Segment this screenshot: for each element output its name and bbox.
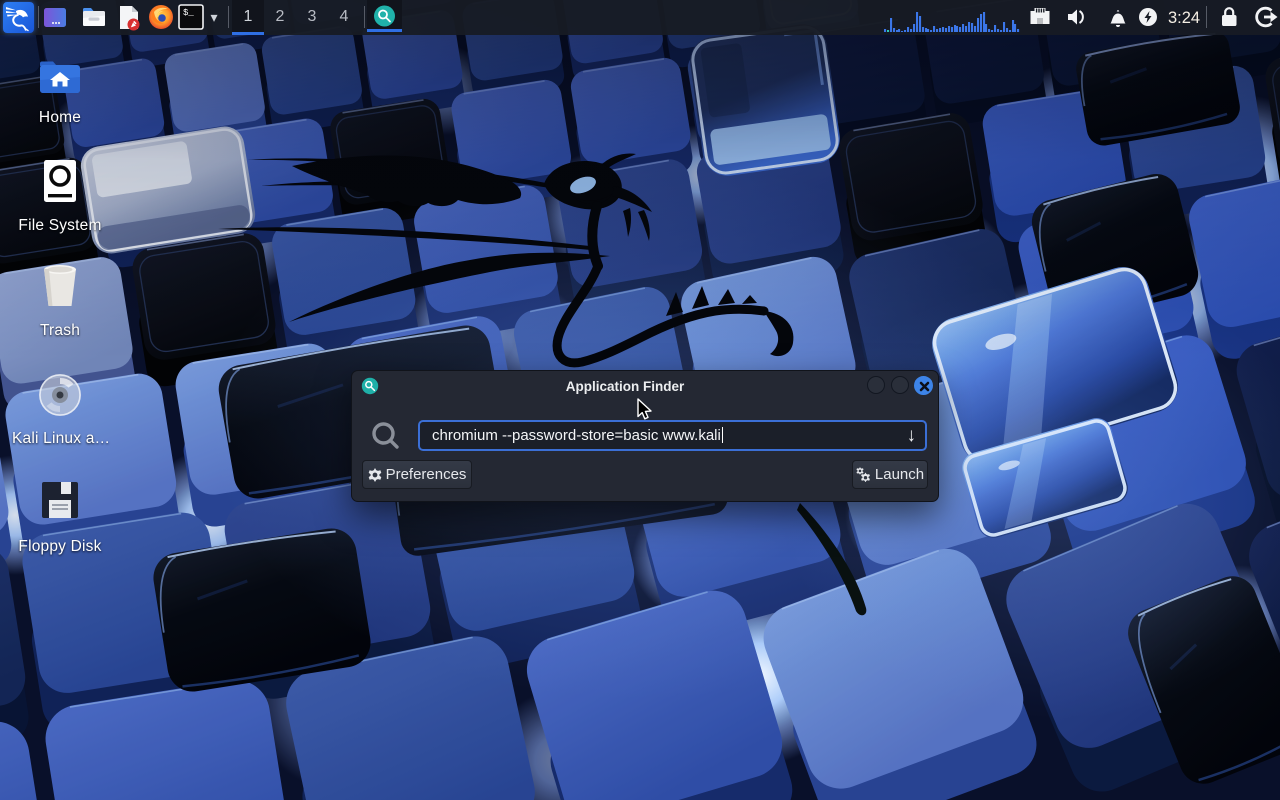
- svg-text:3:24: 3:24: [1168, 9, 1200, 27]
